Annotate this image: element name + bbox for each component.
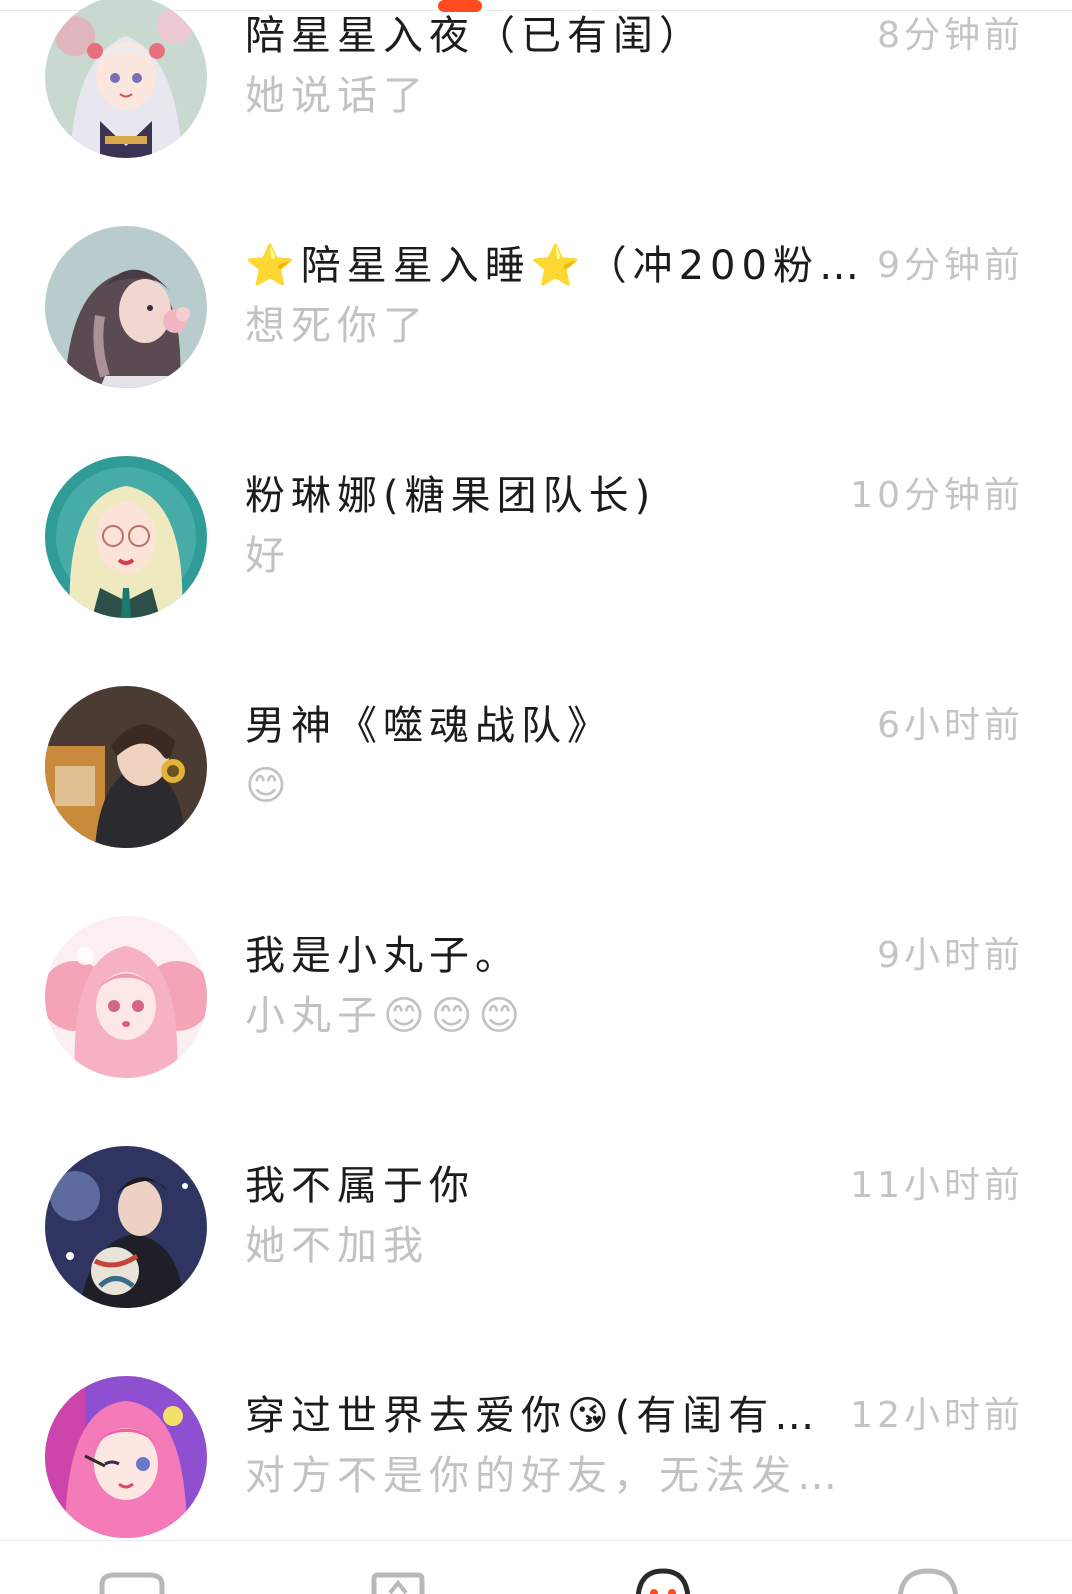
conversation-time: 12小时前 (850, 1395, 1024, 1436)
anime-girl-pink-wink-avatar[interactable] (45, 1376, 207, 1538)
messages-screen: 陪星星入夜（已有闺） 8分钟前 她说话了 ⭐陪星星入睡⭐（冲200粉… 9分钟前… (0, 0, 1072, 1594)
conversation-name: ⭐陪星星入睡⭐（冲200粉… (245, 243, 865, 289)
conversation-name: 我不属于你 (245, 1163, 475, 1209)
conversation-name: 我是小丸子。 (245, 933, 521, 979)
conversation-row[interactable]: ⭐陪星星入睡⭐（冲200粉… 9分钟前 想死你了 (0, 190, 1072, 420)
message-icon[interactable] (634, 1567, 692, 1594)
anime-girl-braid-flower-avatar[interactable] (45, 226, 207, 388)
conversation-preview: 小丸子😊😊😊 (245, 993, 527, 1039)
conversation-row[interactable]: 穿过世界去爱你😘(有闺有… 12小时前 对方不是你的好友，无法发… (0, 1340, 1072, 1570)
bottom-nav-bar (0, 1540, 1072, 1594)
conversation-time: 6小时前 (877, 705, 1024, 746)
anime-girl-blonde-glasses-avatar[interactable] (45, 456, 207, 618)
conversation-time: 9分钟前 (877, 245, 1024, 286)
conversation-preview: 想死你了 (245, 303, 429, 349)
conversation-name: 穿过世界去爱你😘(有闺有… (245, 1393, 821, 1439)
conversation-name: 粉琳娜(糖果团队长) (245, 473, 657, 519)
home-icon[interactable] (370, 1571, 426, 1594)
conversation-row[interactable]: 我是小丸子。 9小时前 小丸子😊😊😊 (0, 880, 1072, 1110)
gamepad-icon[interactable] (96, 1571, 168, 1594)
conversation-preview: 对方不是你的好友，无法发… (245, 1453, 843, 1499)
anime-girl-pink-twintails-avatar[interactable] (45, 916, 207, 1078)
conversation-time: 9小时前 (877, 935, 1024, 976)
anime-boy-volleyball-avatar[interactable] (45, 1146, 207, 1308)
conversation-time: 11小时前 (850, 1165, 1024, 1206)
conversation-preview: 好 (245, 533, 291, 579)
anime-boy-headphones-avatar[interactable] (45, 686, 207, 848)
conversation-name: 男神《噬魂战队》 (245, 703, 613, 749)
anime-girl-silver-hair-avatar[interactable] (45, 0, 207, 158)
conversation-time: 10分钟前 (850, 475, 1024, 516)
conversation-row[interactable]: 粉琳娜(糖果团队长) 10分钟前 好 (0, 420, 1072, 650)
conversation-preview: 她说话了 (245, 73, 429, 119)
conversation-name: 陪星星入夜（已有闺） (245, 13, 705, 59)
profile-icon[interactable] (896, 1567, 960, 1594)
conversation-preview: 她不加我 (245, 1223, 429, 1269)
conversation-row[interactable]: 男神《噬魂战队》 6小时前 😊 (0, 650, 1072, 880)
conversation-row[interactable]: 我不属于你 11小时前 她不加我 (0, 1110, 1072, 1340)
conversation-row[interactable]: 陪星星入夜（已有闺） 8分钟前 她说话了 (0, 0, 1072, 190)
conversation-time: 8分钟前 (877, 15, 1024, 56)
conversation-preview: 😊 (245, 763, 293, 809)
